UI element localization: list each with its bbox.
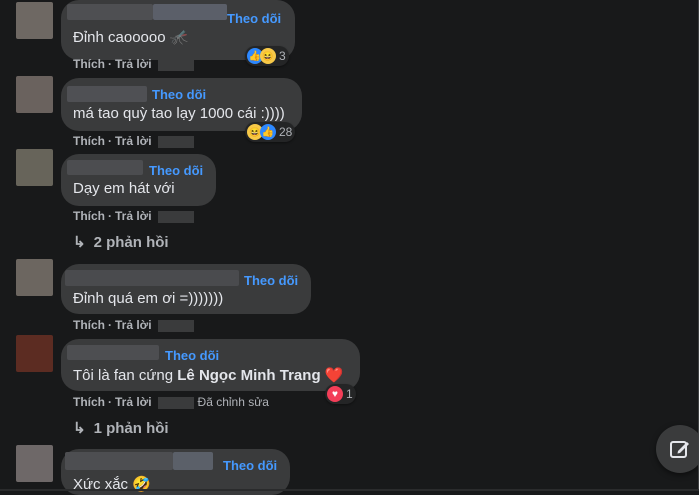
author-name-redacted[interactable] (67, 4, 153, 20)
tagged-name: Lê Ngọc Minh Trang (177, 367, 321, 384)
reply-button[interactable]: Trả lời (115, 209, 152, 223)
love-icon: ♥ (327, 386, 343, 402)
author-name-redacted[interactable] (67, 160, 143, 175)
like-button[interactable]: Thích (73, 318, 105, 332)
edited-label: Đã chỉnh sửa (197, 395, 269, 409)
author-name-redacted[interactable] (67, 86, 147, 102)
reaction-summary[interactable]: 👍 😆 3 (245, 46, 289, 66)
comment-bubble: Theo dõi Dạy em hát với (61, 154, 216, 206)
avatar[interactable] (16, 335, 53, 372)
heart-emoji: ❤️ (324, 367, 344, 384)
follow-link[interactable]: Theo dõi (227, 11, 281, 26)
author-name-redacted[interactable] (65, 452, 173, 470)
author-name-redacted[interactable] (67, 345, 159, 360)
follow-link[interactable]: Theo dõi (152, 87, 206, 102)
reply-button[interactable]: Trả lời (115, 134, 152, 148)
like-icon: 👍 (260, 124, 276, 140)
avatar[interactable] (16, 2, 53, 39)
avatar[interactable] (16, 149, 53, 186)
comment-actions: Thích · Trả lời (73, 134, 194, 148)
compose-button[interactable] (656, 425, 699, 473)
author-name-redacted[interactable] (65, 270, 239, 286)
like-button[interactable]: Thích (73, 209, 105, 223)
comment-bubble: Theo dõi Đỉnh quá em ơi =))))))) (61, 264, 311, 314)
author-name-redacted[interactable] (153, 4, 227, 20)
timestamp-redacted[interactable] (157, 210, 194, 223)
reply-button[interactable]: Trả lời (115, 395, 152, 409)
reaction-count: 28 (279, 125, 293, 139)
like-button[interactable]: Thích (73, 134, 105, 148)
comment-bubble: Theo dõi Tôi là fan cứng Lê Ngọc Minh Tr… (61, 339, 360, 391)
reaction-summary[interactable]: ♥ 1 (325, 384, 356, 404)
comment-actions: Thích · Trả lời (73, 209, 194, 223)
view-replies-link[interactable]: ↳ 1 phản hồi (73, 419, 169, 437)
edit-icon (670, 441, 689, 458)
reaction-count: 3 (279, 49, 286, 63)
view-replies-link[interactable]: ↳ 2 phản hồi (73, 233, 169, 251)
comment-actions: Thích · Trả lời (73, 318, 194, 332)
replies-count: 1 phản hồi (93, 420, 169, 437)
reaction-summary[interactable]: 😆 👍 28 (245, 122, 296, 142)
comment-text: Tôi là fan cứng Lê Ngọc Minh Trang ❤️ (73, 367, 344, 384)
comment-text: má tao quỳ tao lạy 1000 cái :)))) (73, 105, 285, 122)
like-button[interactable]: Thích (73, 395, 105, 409)
reply-arrow-icon: ↳ (73, 420, 86, 437)
comment-text: Dạy em hát với (73, 180, 175, 197)
timestamp-redacted[interactable] (157, 396, 194, 409)
avatar[interactable] (16, 445, 53, 482)
reply-arrow-icon: ↳ (73, 234, 86, 251)
follow-link[interactable]: Theo dõi (223, 458, 277, 473)
reply-button[interactable]: Trả lời (115, 57, 152, 71)
like-button[interactable]: Thích (73, 57, 105, 71)
comment-text: Đỉnh caooooo 🦟 (73, 29, 189, 46)
replies-count: 2 phản hồi (93, 234, 169, 251)
timestamp-redacted[interactable] (157, 135, 194, 148)
reply-button[interactable]: Trả lời (115, 318, 152, 332)
follow-link[interactable]: Theo dõi (165, 348, 219, 363)
follow-link[interactable]: Theo dõi (244, 273, 298, 288)
avatar[interactable] (16, 76, 53, 113)
timestamp-redacted[interactable] (157, 319, 194, 332)
haha-icon: 😆 (260, 48, 276, 64)
timestamp-redacted[interactable] (157, 58, 194, 71)
reaction-count: 1 (346, 387, 353, 401)
avatar[interactable] (16, 259, 53, 296)
comment-actions: Thích · Trả lời (73, 57, 194, 71)
bee-emoji: 🦟 (169, 29, 189, 46)
follow-link[interactable]: Theo dõi (149, 163, 203, 178)
comment-text: Đỉnh quá em ơi =))))))) (73, 290, 224, 307)
author-name-redacted[interactable] (173, 452, 213, 470)
comment-actions: Thích · Trả lời Đã chỉnh sửa (73, 395, 269, 409)
